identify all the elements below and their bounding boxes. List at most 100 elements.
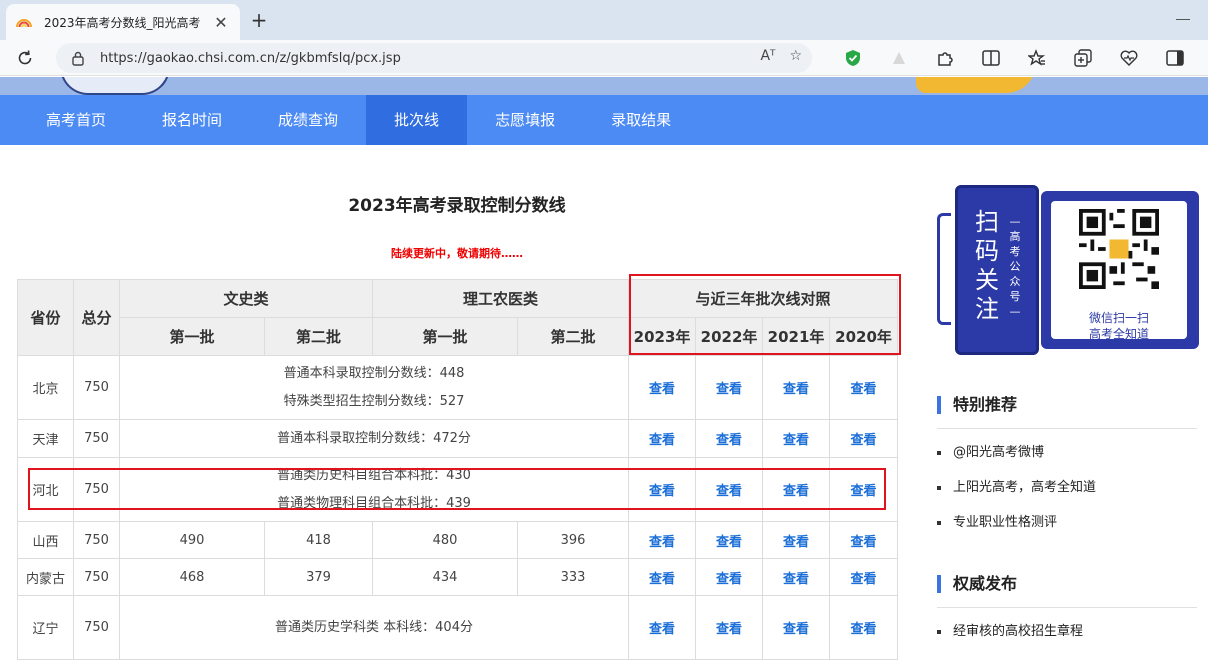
cell-ligong-batch2: 333 [517,558,630,596]
view-link-2022[interactable]: 查看 [695,595,764,660]
nav-item-application[interactable]: 志愿填报 [467,95,583,145]
header-wenshi-batch2: 第二批 [263,317,374,356]
recommend-item-test[interactable]: 专业职业性格测评 [937,505,1197,540]
table-row: 内蒙古 750 468 379 434 333 查看 查看 查看 查看 [17,558,899,596]
view-link-2022[interactable]: 查看 [695,355,764,420]
view-link-2022[interactable]: 查看 [695,558,764,596]
collections-icon[interactable] [1060,46,1106,70]
merged-line: 普通本科录取控制分数线：472分 [277,430,471,446]
cell-wenshi-batch2: 379 [263,558,374,596]
view-link-2022[interactable]: 查看 [695,419,764,458]
divider [937,428,1197,429]
table-row: 天津 750 普通本科录取控制分数线：472分 查看 查看 查看 查看 [17,419,899,458]
view-link-2021[interactable]: 查看 [762,419,831,458]
header-province: 省份 [17,279,74,356]
read-aloud-icon[interactable]: Aᵀ [760,48,775,64]
nav-item-admission[interactable]: 录取结果 [583,95,699,145]
banner-illustration [60,77,170,95]
recommend-section: 特别推荐 @阳光高考微博 上阳光高考，高考全知道 专业职业性格测评 [937,396,1197,540]
highlight-box-compare-header [629,274,901,355]
recommend-item-weibo[interactable]: @阳光高考微博 [937,435,1197,470]
close-tab-icon[interactable]: ✕ [212,13,230,32]
table-row: 山西 750 490 418 480 396 查看 查看 查看 查看 [17,521,899,559]
view-link-2020[interactable]: 查看 [829,355,899,420]
wechat-qr-card[interactable]: 扫码关注 —高考公众号— 微信扫一扫 高考全知道 [937,185,1199,355]
banner-illustration-right [916,77,1036,93]
view-link-2023[interactable]: 查看 [628,355,697,420]
header-ligong-batch1: 第一批 [372,317,519,356]
rainbow-favicon-icon [16,14,32,30]
performance-heart-icon[interactable] [1106,46,1152,70]
view-link-2023[interactable]: 查看 [628,558,697,596]
view-link-2021[interactable]: 查看 [762,521,831,559]
split-screen-icon[interactable] [968,46,1014,70]
merged-line: 普通类历史学科类 本科线：404分 [275,619,473,635]
view-link-2021[interactable]: 查看 [762,595,831,660]
refresh-icon[interactable] [14,47,36,69]
page-banner [0,77,1208,95]
sidebar-toggle-icon[interactable] [1152,46,1198,70]
view-link-2020[interactable]: 查看 [829,419,899,458]
nav-item-registration[interactable]: 报名时间 [134,95,250,145]
table-row: 辽宁 750 普通类历史学科类 本科线：404分 查看 查看 查看 查看 [17,595,899,660]
release-section: 权威发布 经审核的高校招生章程 [937,575,1197,649]
view-link-2020[interactable]: 查看 [829,558,899,596]
row-total: 750 [73,521,120,559]
row-merged-lines: 普通本科录取控制分数线：472分 [118,419,630,458]
favorite-star-icon[interactable]: ☆ [789,48,802,64]
copilot-icon[interactable] [1198,46,1208,70]
browser-tab-bar: 2023年高考分数线_阳光高考 ✕ + [0,0,1208,40]
release-title: 权威发布 [937,575,1197,593]
puzzle-extensions-icon[interactable] [922,46,968,70]
qr-code-icon [1079,209,1159,289]
view-link-2020[interactable]: 查看 [829,521,899,559]
recommend-title: 特别推荐 [937,396,1197,414]
view-link-2021[interactable]: 查看 [762,558,831,596]
view-link-2021[interactable]: 查看 [762,355,831,420]
tab-title: 2023年高考分数线_阳光高考 [44,15,201,30]
triangle-extension-icon[interactable] [876,46,922,70]
header-wenshi: 文史类 [118,279,374,318]
view-link-2022[interactable]: 查看 [695,521,764,559]
update-notice: 陆续更新中，敬请期待…… [391,247,523,260]
row-province: 山西 [17,521,74,559]
view-link-2023[interactable]: 查看 [628,419,697,458]
header-total: 总分 [73,279,120,356]
cell-ligong-batch1: 434 [372,558,519,596]
qr-follow-text: 扫码关注 [975,208,999,323]
row-total: 750 [73,558,120,596]
qr-card-bracket [937,213,951,325]
view-link-2020[interactable]: 查看 [829,595,899,660]
header-ligong: 理工农医类 [372,279,630,318]
row-total: 750 [73,355,120,420]
shield-extension-icon[interactable] [830,46,876,70]
recommend-item-slogan[interactable]: 上阳光高考，高考全知道 [937,470,1197,505]
cell-wenshi-batch1: 468 [119,558,265,596]
view-link-2023[interactable]: 查看 [628,595,697,660]
qr-card-banner: 扫码关注 —高考公众号— [955,185,1039,355]
nav-item-batch-line[interactable]: 批次线 [366,95,468,145]
row-total: 750 [73,419,120,458]
new-tab-icon[interactable]: + [248,10,270,30]
minimize-icon[interactable] [1176,8,1190,20]
url-bar[interactable]: https://gaokao.chsi.com.cn/z/gkbmfslq/pc… [56,43,812,73]
cell-wenshi-batch1: 490 [119,521,265,559]
nav-item-home[interactable]: 高考首页 [18,95,134,145]
address-toolbar: https://gaokao.chsi.com.cn/z/gkbmfslq/pc… [0,40,1208,76]
row-province: 辽宁 [17,595,74,660]
nav-item-scores[interactable]: 成绩查询 [250,95,366,145]
qr-caption-scan: 微信扫一扫 [1088,311,1149,325]
view-link-2023[interactable]: 查看 [628,521,697,559]
row-province: 天津 [17,419,74,458]
row-merged-lines: 普通本科录取控制分数线：448 特殊类型招生控制分数线：527 [118,355,630,420]
divider [937,607,1197,608]
header-wenshi-batch1: 第一批 [119,317,265,356]
favorites-icon[interactable] [1014,46,1060,70]
qr-caption-slogan: 高考全知道 [1088,327,1149,341]
highlight-box-hebei-row [28,468,886,510]
browser-tab[interactable]: 2023年高考分数线_阳光高考 ✕ [6,4,240,40]
row-province: 北京 [17,355,74,420]
release-item-charter[interactable]: 经审核的高校招生章程 [937,614,1197,649]
lock-icon[interactable] [70,50,86,66]
merged-line: 普通本科录取控制分数线：448 [283,365,465,381]
